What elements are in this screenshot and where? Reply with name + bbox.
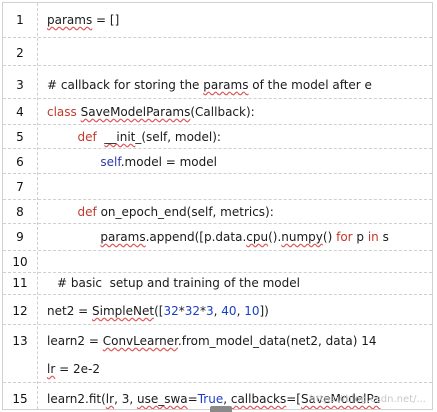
code-line[interactable]: 8 def on_epoch_end(self, metrics): bbox=[3, 200, 432, 224]
code-text: params.append([p.data.cpu().numpy() for … bbox=[47, 230, 389, 244]
line-number: 8 bbox=[16, 205, 24, 219]
code-token: params bbox=[100, 230, 146, 244]
code-token: 32 bbox=[184, 304, 200, 318]
code-token: () bbox=[322, 230, 337, 244]
line-number: 6 bbox=[16, 155, 24, 169]
code-text: learn2 = ConvLearner.from_model_data(net… bbox=[47, 334, 376, 348]
code-token: _(self, model): bbox=[135, 130, 221, 144]
code-token: 3 bbox=[206, 304, 214, 318]
watermark: https://blog.csdn.net/... bbox=[309, 394, 426, 405]
code-token: params bbox=[47, 13, 93, 27]
code-token: 10 bbox=[244, 304, 260, 318]
code-line[interactable]: 1 params = [] bbox=[3, 3, 432, 38]
line-number: 13 bbox=[12, 334, 28, 348]
code-token: = 2e-2 bbox=[55, 362, 100, 376]
line-number: 2 bbox=[16, 46, 24, 60]
code-line[interactable]: 12 net2 = SimpleNet([32*32*3, 40, 10]) bbox=[3, 295, 432, 325]
code-token: lr bbox=[105, 392, 115, 406]
code-token: 40 bbox=[221, 304, 237, 318]
code-token: cpu bbox=[246, 230, 269, 244]
code-token: SaveModelParams bbox=[80, 105, 191, 119]
code-token: True bbox=[197, 392, 224, 406]
line-number: 10 bbox=[12, 255, 28, 269]
line-number: 1 bbox=[16, 13, 24, 27]
code-token: on_epoch_end(self, metrics): bbox=[96, 205, 274, 219]
code-editor[interactable]: 1 params = [] 2 3 # callback for storing… bbox=[2, 2, 433, 410]
line-number: 4 bbox=[16, 105, 24, 119]
code-token: ]) bbox=[259, 304, 269, 318]
code-token: ConvLearner bbox=[102, 334, 178, 348]
code-text: # callback for storing the params of the… bbox=[47, 78, 372, 92]
code-token: of the model after e bbox=[248, 78, 372, 92]
scroll-handle[interactable] bbox=[210, 406, 232, 412]
code-text: params = [] bbox=[47, 13, 119, 27]
code-text: self.model = model bbox=[47, 155, 217, 169]
code-token: (Callback): bbox=[190, 105, 255, 119]
code-token: class bbox=[47, 105, 81, 119]
code-token: (). bbox=[268, 230, 282, 244]
code-token: , bbox=[223, 392, 231, 406]
line-number: 5 bbox=[16, 130, 24, 144]
line-number: 9 bbox=[16, 230, 24, 244]
code-token: = [] bbox=[92, 13, 120, 27]
code-text: net2 = SimpleNet([32*32*3, 40, 10]) bbox=[47, 304, 269, 318]
code-token: for bbox=[336, 230, 353, 244]
code-line[interactable]: 4 class SaveModelParams(Callback): bbox=[3, 99, 432, 125]
code-token: s bbox=[378, 230, 389, 244]
line-number: 15 bbox=[12, 392, 28, 406]
code-line[interactable]: 9 params.append([p.data.cpu().numpy() fo… bbox=[3, 224, 432, 251]
code-token: .from_model_data(net2, data) 14 bbox=[177, 334, 377, 348]
code-line[interactable]: 13 learn2 = ConvLearner.from_model_data(… bbox=[3, 325, 432, 383]
line-number: 11 bbox=[12, 276, 28, 290]
code-token: , 3, bbox=[114, 392, 137, 406]
code-line[interactable]: 10 bbox=[3, 251, 432, 273]
code-token: learn2.fit( bbox=[47, 392, 106, 406]
code-token: def bbox=[77, 130, 97, 144]
code-token: in bbox=[367, 230, 379, 244]
code-token: callbacks bbox=[230, 392, 287, 406]
line-number: 7 bbox=[16, 180, 24, 194]
code-token: = bbox=[187, 392, 198, 406]
code-token: def bbox=[77, 205, 97, 219]
code-token: # callback for storing the bbox=[47, 78, 204, 92]
code-line[interactable]: 11 # basic setup and training of the mod… bbox=[3, 273, 432, 295]
code-text: def __init_(self, model): bbox=[47, 130, 221, 144]
code-text: class SaveModelParams(Callback): bbox=[47, 105, 255, 119]
code-token: # basic setup and training of the model bbox=[57, 276, 300, 290]
code-line[interactable]: 6 self.model = model bbox=[3, 149, 432, 174]
code-text: # basic setup and training of the model bbox=[57, 276, 300, 290]
code-line[interactable]: 2 bbox=[3, 38, 432, 66]
code-line[interactable]: 5 def __init_(self, model): bbox=[3, 125, 432, 149]
code-token: .append([p.data. bbox=[145, 230, 247, 244]
code-token: learn2 = bbox=[47, 334, 103, 348]
code-token: net2 = bbox=[47, 304, 93, 318]
code-token: __init bbox=[104, 130, 136, 144]
code-token: p bbox=[352, 230, 368, 244]
code-text: def on_epoch_end(self, metrics): bbox=[47, 205, 274, 219]
line-number: 12 bbox=[12, 304, 28, 318]
code-token: 32 bbox=[163, 304, 179, 318]
code-token: numpy bbox=[281, 230, 323, 244]
line-number: 3 bbox=[16, 78, 24, 92]
code-token: SimpleNet bbox=[92, 304, 155, 318]
code-line[interactable]: 7 bbox=[3, 174, 432, 200]
code-token: use_swa bbox=[136, 392, 188, 406]
code-token: self bbox=[100, 155, 121, 169]
code-token: params bbox=[203, 78, 249, 92]
code-line[interactable]: 3 # callback for storing the params of t… bbox=[3, 66, 432, 99]
code-token: .model = model bbox=[120, 155, 217, 169]
code-text-continuation: lr = 2e-2 bbox=[47, 362, 100, 376]
code-token: =[ bbox=[286, 392, 301, 406]
